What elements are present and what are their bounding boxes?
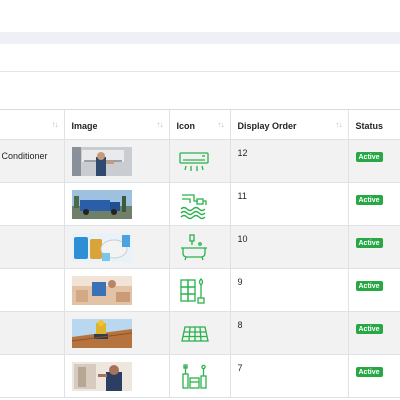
status-cell: Active bbox=[348, 182, 400, 226]
tiles-brush-icon bbox=[179, 277, 205, 304]
display-order-value: 12 bbox=[237, 147, 248, 158]
column-header-name[interactable]: ↑↓ bbox=[0, 110, 65, 140]
display-order-value: 8 bbox=[237, 319, 243, 330]
status-cell: Active bbox=[348, 139, 400, 183]
service-name-cell: Air Conditioner bbox=[0, 139, 65, 183]
status-badge: Active bbox=[355, 194, 383, 205]
icon-cell bbox=[169, 268, 231, 312]
display-order-value: 10 bbox=[237, 233, 248, 244]
sort-icon: ↑↓ bbox=[156, 120, 164, 129]
column-header-icon[interactable]: Icon ↑↓ bbox=[169, 110, 231, 140]
status-cell: Active bbox=[348, 225, 400, 269]
bathtub-cleaning-icon bbox=[180, 233, 207, 260]
column-header-label: Display Order bbox=[237, 121, 297, 131]
image-cell bbox=[64, 182, 170, 226]
service-name-cell bbox=[0, 354, 65, 398]
display-order-value: 7 bbox=[237, 362, 243, 373]
service-name: Air Conditioner bbox=[0, 150, 48, 161]
sort-icon: ↑↓ bbox=[217, 120, 225, 129]
sort-icon: ↑↓ bbox=[51, 120, 59, 129]
image-cell bbox=[64, 311, 170, 355]
roof-worker-photo bbox=[71, 318, 132, 348]
display-order-value: 9 bbox=[237, 276, 243, 287]
tank-cleaning-truck-photo bbox=[71, 189, 132, 219]
column-header-display-order[interactable]: Display Order ↑↓ bbox=[230, 110, 349, 140]
table-row: 10 Active bbox=[0, 225, 400, 269]
image-cell bbox=[64, 225, 170, 269]
display-order-cell: 10 bbox=[230, 225, 349, 269]
icon-cell bbox=[169, 354, 231, 398]
status-badge: Active bbox=[355, 323, 383, 334]
display-order-value: 11 bbox=[237, 190, 247, 201]
sort-icon: ↑↓ bbox=[335, 120, 343, 129]
table-row: 11 Active bbox=[0, 182, 400, 226]
cleaning-supplies-photo bbox=[71, 232, 132, 262]
display-order-cell: 11 bbox=[230, 182, 349, 226]
column-header-image[interactable]: Image ↑↓ bbox=[64, 110, 170, 140]
display-order-cell: 12 bbox=[230, 139, 349, 183]
toolbar-area bbox=[0, 44, 400, 72]
page-header-band bbox=[0, 32, 400, 44]
status-badge: Active bbox=[355, 237, 383, 248]
image-cell bbox=[64, 268, 170, 312]
column-header-status[interactable]: Status bbox=[348, 110, 400, 140]
image-cell bbox=[64, 354, 170, 398]
table-row: Air Conditioner bbox=[0, 139, 400, 183]
display-order-cell: 8 bbox=[230, 311, 349, 355]
air-conditioner-icon bbox=[178, 151, 209, 171]
icon-cell bbox=[169, 225, 231, 269]
service-name-cell bbox=[0, 225, 65, 269]
image-cell bbox=[64, 139, 170, 183]
icon-cell bbox=[169, 311, 231, 355]
table-header-row: ↑↓ Image ↑↓ Icon ↑↓ Display Order ↑↓ Status bbox=[0, 110, 400, 140]
tile-work-photo bbox=[71, 275, 132, 305]
service-name-cell bbox=[0, 311, 65, 355]
service-name-cell bbox=[0, 268, 65, 312]
column-header-label: Status bbox=[355, 121, 384, 131]
display-order-cell: 7 bbox=[230, 354, 349, 398]
status-badge: Active bbox=[355, 280, 383, 291]
table-row: 7 Active bbox=[0, 354, 400, 398]
status-cell: Active bbox=[348, 311, 400, 355]
table-row: 9 Active bbox=[0, 268, 400, 312]
status-badge: Active bbox=[355, 151, 383, 162]
display-order-cell: 9 bbox=[230, 268, 349, 312]
top-bar bbox=[0, 0, 400, 32]
table-controls-area bbox=[0, 72, 400, 110]
handyman-photo bbox=[71, 361, 132, 391]
air-conditioner-repair-photo bbox=[71, 146, 132, 176]
icon-cell bbox=[169, 182, 231, 226]
icon-cell bbox=[169, 139, 231, 183]
service-name-cell bbox=[0, 182, 65, 226]
status-cell: Active bbox=[348, 354, 400, 398]
water-tank-cleaning-icon bbox=[180, 193, 207, 219]
status-cell: Active bbox=[348, 268, 400, 312]
services-table: ↑↓ Image ↑↓ Icon ↑↓ Display Order ↑↓ Status… bbox=[0, 110, 400, 398]
tools-kit-icon bbox=[181, 363, 207, 389]
column-header-label: Image bbox=[71, 121, 98, 131]
roof-tiles-icon bbox=[180, 325, 209, 342]
table-row: 8 Active bbox=[0, 311, 400, 355]
column-header-label: Icon bbox=[176, 121, 196, 131]
status-badge: Active bbox=[355, 366, 383, 377]
